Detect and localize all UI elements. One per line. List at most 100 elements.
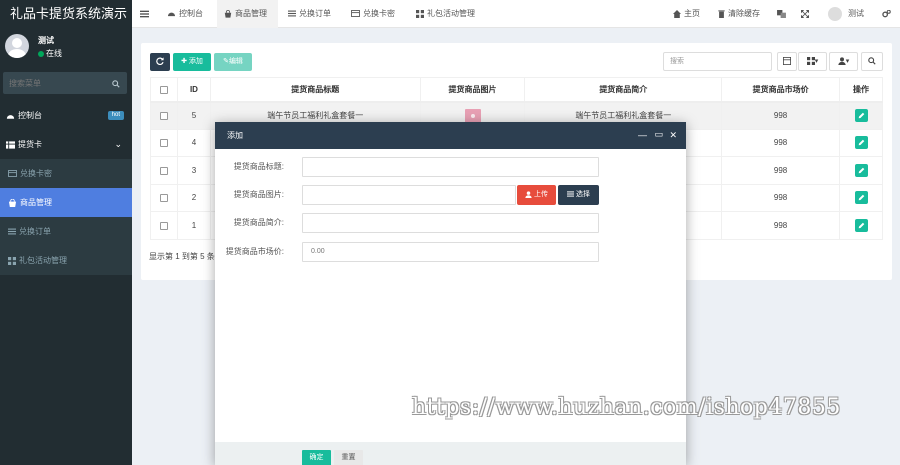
refresh-icon xyxy=(156,57,164,66)
col-image[interactable]: 提货商品图片 xyxy=(419,77,526,103)
dialog-footer: 确定 重置 xyxy=(215,442,686,465)
row-checkbox[interactable] xyxy=(159,221,168,230)
hamburger-icon[interactable] xyxy=(140,9,149,18)
sidebar-menu: 控制台 hot 提货卡 ⌄ 兑换卡密 商品管理 兑换订单 礼包活动管理 xyxy=(0,101,132,275)
confirm-button[interactable]: 确定 xyxy=(302,450,331,465)
edit-row-button[interactable] xyxy=(854,218,868,232)
settings-button[interactable] xyxy=(882,0,891,28)
row-id: 4 xyxy=(176,128,211,157)
row-id: 3 xyxy=(176,156,211,185)
tab-product-manage[interactable]: 商品管理 xyxy=(217,0,278,28)
grid-icon xyxy=(8,256,16,265)
row-price: 998 xyxy=(721,211,840,240)
title-label: 提货商品标题: xyxy=(233,162,284,171)
form-row-image: 提货商品图片: 上传 选择 xyxy=(215,185,686,205)
price-label: 提货商品市场价: xyxy=(225,247,284,256)
intro-input[interactable] xyxy=(302,213,599,233)
row-id: 1 xyxy=(176,211,211,240)
edit-row-button[interactable] xyxy=(854,109,868,122)
sidebar: 礼品卡提货系统演示 测试 在线 控制台 hot 提货卡 ⌄ 兑换卡密 商品管理 … xyxy=(0,0,132,465)
search-icon xyxy=(868,57,876,65)
avatar[interactable] xyxy=(828,7,842,21)
trash-icon xyxy=(718,9,725,18)
sidebar-item-redeem-orders[interactable]: 兑换订单 xyxy=(0,217,132,246)
gears-icon[interactable] xyxy=(882,9,891,18)
app-title: 礼品卡提货系统演示 xyxy=(0,0,132,28)
form-row-title: 提货商品标题: xyxy=(215,157,686,177)
sidebar-item-pickup-card[interactable]: 提货卡 ⌄ xyxy=(0,130,132,159)
row-checkbox[interactable] xyxy=(159,166,168,175)
shopping-bag-icon xyxy=(8,198,17,207)
plus-icon: ✚ xyxy=(181,58,187,65)
upload-button[interactable]: 上传 xyxy=(517,185,556,205)
reset-button[interactable]: 重置 xyxy=(334,450,363,465)
menu-toggle[interactable] xyxy=(140,0,149,28)
edit-button[interactable]: ✎编辑 xyxy=(214,53,252,71)
price-input[interactable]: 0.00 xyxy=(302,242,599,262)
fullscreen-button[interactable] xyxy=(801,0,809,28)
translate-button[interactable] xyxy=(777,0,786,28)
col-actions: 操作 xyxy=(839,77,883,103)
minimize-icon[interactable]: — xyxy=(638,122,647,149)
list-icon xyxy=(6,140,15,149)
row-checkbox[interactable] xyxy=(159,111,168,120)
select-button[interactable]: 选择 xyxy=(558,185,599,205)
search-icon[interactable] xyxy=(112,78,120,88)
col-title[interactable]: 提货商品标题 xyxy=(209,77,421,103)
sidebar-search[interactable] xyxy=(3,72,127,94)
online-dot-icon xyxy=(38,50,44,57)
edit-row-button[interactable] xyxy=(854,191,868,205)
row-checkbox[interactable] xyxy=(159,139,168,148)
avatar xyxy=(5,34,29,58)
list-lines-icon xyxy=(288,9,296,18)
tab-dashboard[interactable]: 控制台 xyxy=(167,0,203,28)
search-button[interactable] xyxy=(861,52,883,71)
sidebar-item-dashboard[interactable]: 控制台 hot xyxy=(0,101,132,130)
select-all-checkbox[interactable] xyxy=(159,85,168,94)
table-search-input[interactable]: 搜索 xyxy=(663,52,772,71)
tab-gift-activity[interactable]: 礼包活动管理 xyxy=(416,0,475,28)
title-input[interactable] xyxy=(302,157,599,177)
edit-row-button[interactable] xyxy=(854,136,868,150)
upload-icon xyxy=(525,191,532,198)
pagination-info: 显示第 1 到第 5 条 xyxy=(149,252,215,261)
tab-redeem-orders[interactable]: 兑换订单 xyxy=(288,0,331,28)
row-checkbox[interactable] xyxy=(159,194,168,203)
user-menu[interactable]: 测试 xyxy=(848,0,864,28)
dashboard-icon xyxy=(167,9,176,18)
col-id[interactable]: ID xyxy=(176,77,211,103)
col-intro[interactable]: 提货商品简介 xyxy=(524,77,723,103)
row-price: 998 xyxy=(721,156,840,185)
row-price: 998 xyxy=(721,101,840,130)
toggle-view-button[interactable] xyxy=(777,52,797,71)
card-icon xyxy=(8,169,17,178)
form-row-price: 提货商品市场价: 0.00 xyxy=(215,242,686,262)
dialog-header: 添加 — ▭ ✕ xyxy=(215,122,686,149)
tab-redeem-code[interactable]: 兑换卡密 xyxy=(351,0,395,28)
select-all-cell xyxy=(150,77,178,103)
clear-cache-button[interactable]: 清除缓存 xyxy=(718,0,760,28)
sidebar-item-product-manage[interactable]: 商品管理 xyxy=(0,188,132,217)
translate-icon[interactable] xyxy=(777,9,786,18)
image-input[interactable] xyxy=(302,185,516,205)
col-price[interactable]: 提货商品市场价 xyxy=(721,77,840,103)
refresh-button[interactable] xyxy=(150,53,170,71)
table-header-row: ID 提货商品标题 提货商品图片 提货商品简介 提货商品市场价 操作 xyxy=(150,77,883,103)
row-id: 5 xyxy=(176,101,211,130)
close-icon[interactable]: ✕ xyxy=(669,122,677,149)
sidebar-search-input[interactable] xyxy=(3,72,103,94)
home-link[interactable]: 主页 xyxy=(673,0,700,28)
add-button[interactable]: ✚ 添加 xyxy=(173,53,211,71)
edit-row-button[interactable] xyxy=(854,163,868,177)
fullscreen-icon[interactable] xyxy=(801,9,809,18)
row-price: 998 xyxy=(721,128,840,157)
export-button[interactable]: ▾ xyxy=(829,52,858,71)
product-thumbnail[interactable] xyxy=(464,108,481,123)
top-nav: 控制台 商品管理 兑换订单 兑换卡密 礼包活动管理 主页 清除缓存 测试 xyxy=(132,0,900,28)
home-icon xyxy=(673,9,681,18)
maximize-icon[interactable]: ▭ xyxy=(654,121,663,148)
sidebar-item-gift-activity[interactable]: 礼包活动管理 xyxy=(0,246,132,275)
columns-button[interactable]: ▾ xyxy=(798,52,827,71)
sidebar-item-redeem-code[interactable]: 兑换卡密 xyxy=(0,159,132,188)
list-icon xyxy=(567,191,575,198)
